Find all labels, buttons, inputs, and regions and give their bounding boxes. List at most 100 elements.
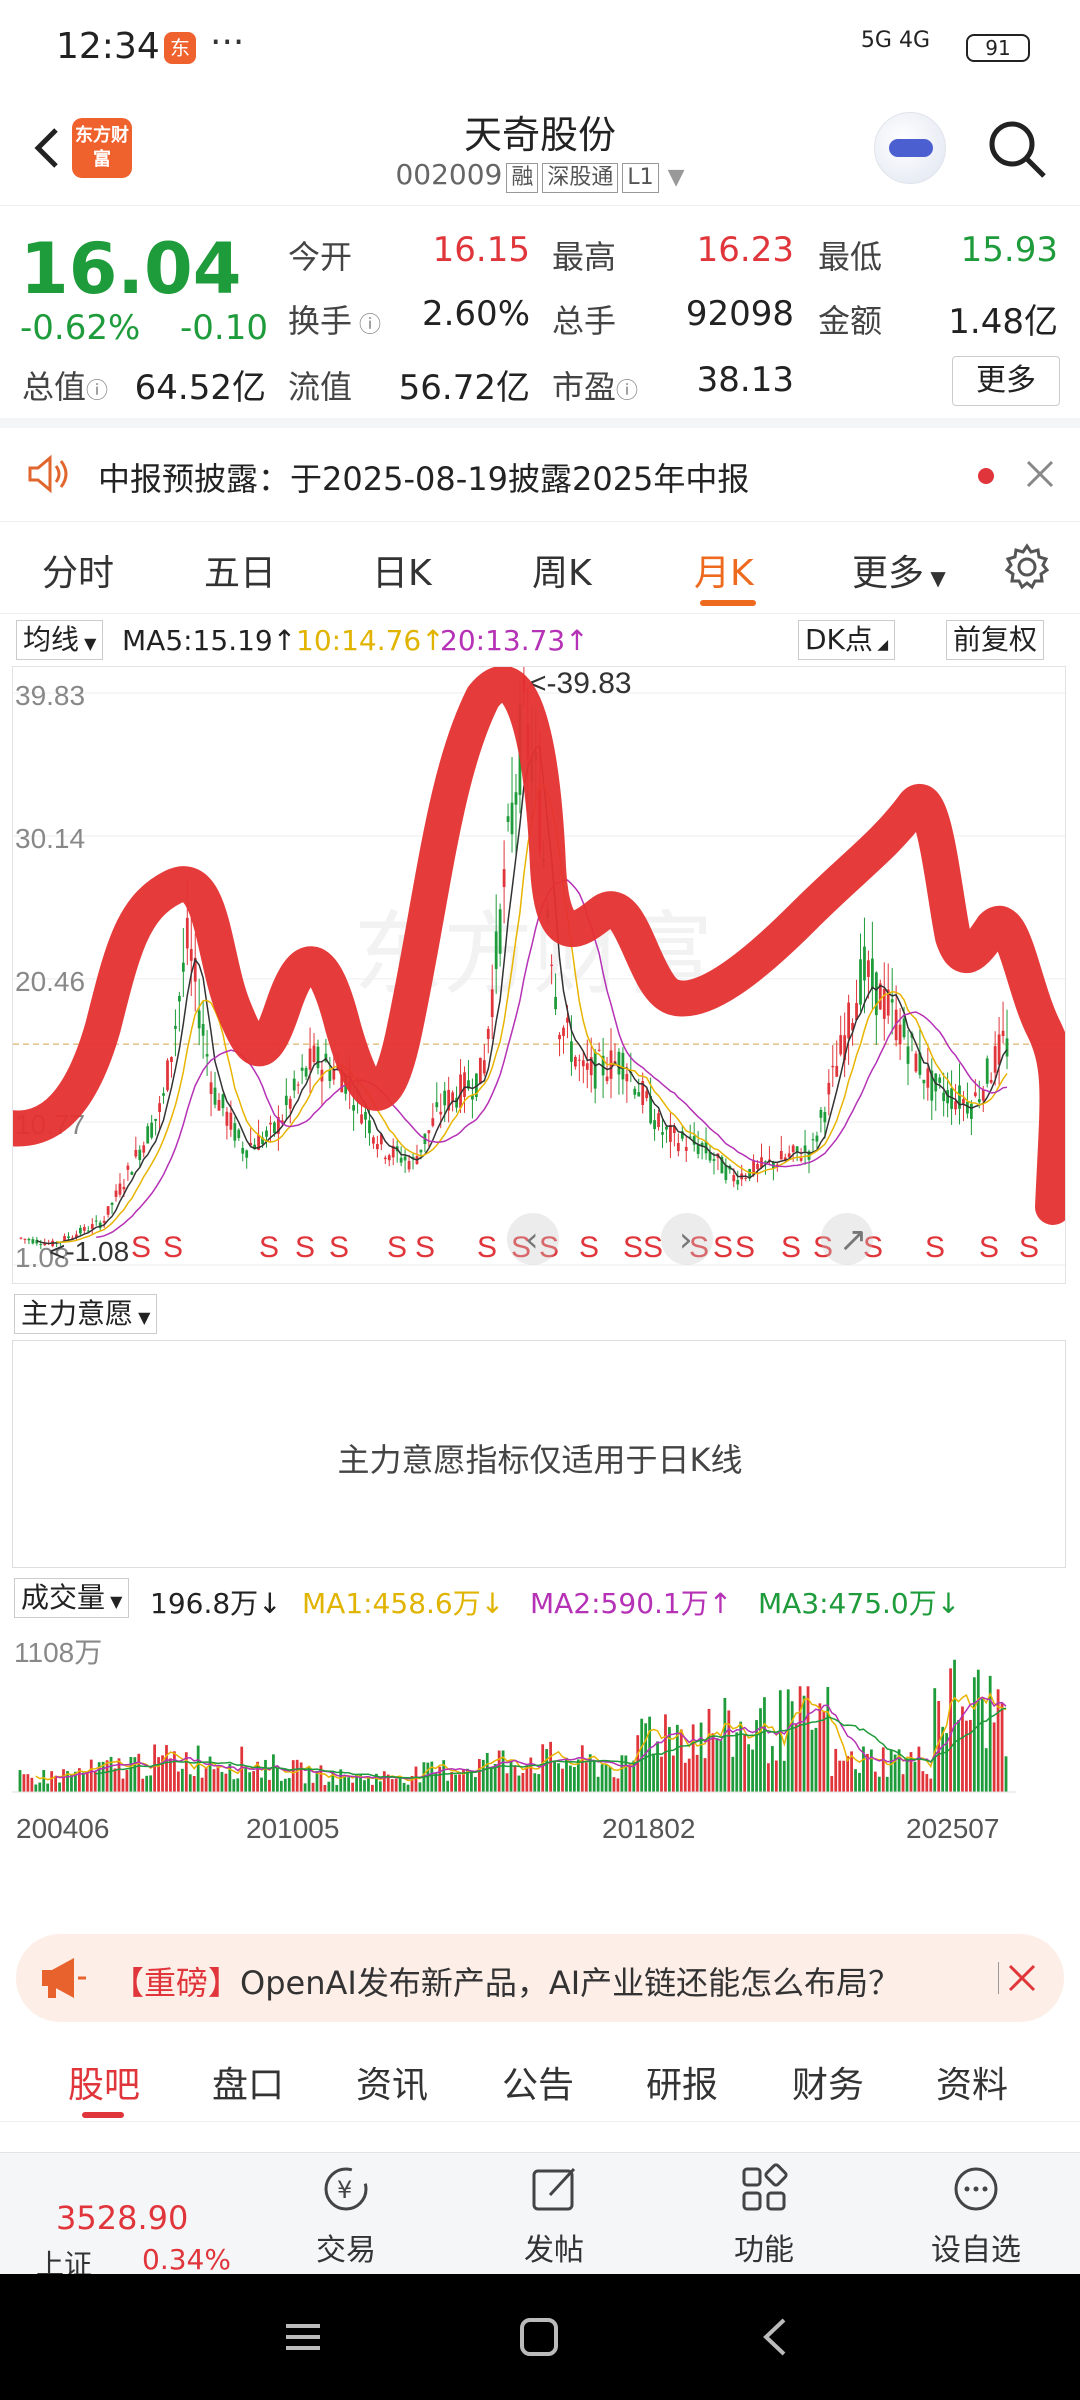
candle-body [902, 1018, 906, 1038]
amount-value: 1.48亿 [948, 302, 1058, 342]
volume-bar [394, 1778, 398, 1792]
search-icon[interactable] [984, 116, 1050, 182]
notice-bar[interactable]: 中报预披露：于2025-08-19披露2025年中报 [0, 428, 1080, 522]
volume-bar [877, 1776, 881, 1792]
sell-signal-label: S [925, 1231, 945, 1264]
recent-apps-icon[interactable] [280, 2314, 326, 2360]
volume-bar [592, 1760, 596, 1792]
tab-more[interactable]: 更多 ▼ [852, 544, 946, 596]
volume-bar [822, 1710, 826, 1792]
tag-level: L1 [622, 163, 659, 193]
nav-post[interactable]: 发帖 [474, 2161, 634, 2269]
volume-bar [648, 1716, 652, 1792]
volume-bar [327, 1781, 331, 1792]
volume-bar [731, 1756, 735, 1792]
volume-bar [406, 1784, 410, 1792]
tab-intraday[interactable]: 分时 [42, 544, 114, 596]
volume-bar [802, 1695, 806, 1792]
indicator-select[interactable]: 主力意愿 ▼ [14, 1294, 158, 1334]
volume-bar [180, 1768, 184, 1792]
ai-assistant-avatar[interactable] [874, 112, 946, 184]
volume-bar [89, 1759, 93, 1792]
candle-body [669, 1124, 672, 1142]
volume-bar [470, 1770, 473, 1792]
tab-five-day[interactable]: 五日 [204, 544, 276, 596]
volume-svg: 1108万 200406 201005 201802 202507 [12, 1637, 1016, 1844]
candle-body [229, 1112, 233, 1130]
volume-bar [608, 1766, 612, 1792]
candle-body [308, 1048, 312, 1070]
volume-bar [30, 1777, 34, 1792]
candle-body [118, 1183, 122, 1195]
volume-bar [668, 1727, 671, 1792]
volume-bar [537, 1774, 541, 1792]
candle-body [296, 1084, 300, 1086]
volume-bar [972, 1677, 976, 1792]
candle-body [621, 1052, 625, 1080]
volume-bar [786, 1689, 790, 1792]
volume-bar [770, 1746, 774, 1792]
volume-bar [454, 1774, 457, 1792]
candle-body [870, 958, 874, 989]
volume-bar [311, 1782, 315, 1792]
volume-bar [252, 1771, 256, 1792]
close-icon[interactable] [998, 1958, 1038, 1998]
svg-text:¥: ¥ [337, 2176, 352, 2204]
tab-research[interactable]: 研报 [646, 2056, 718, 2108]
volume-bar [842, 1760, 846, 1792]
sell-signal-label: S [623, 1231, 643, 1264]
tab-profile[interactable]: 资料 [936, 2056, 1008, 2108]
candle-body [130, 1172, 134, 1175]
candle-body [225, 1111, 229, 1126]
volume-bar [402, 1782, 406, 1792]
tab-finance[interactable]: 财务 [792, 2056, 864, 2108]
chart-toolbar: 均线 ▼ MA5:15.19↑ 10:14.76↑ 20:13.73↑ DK点 … [0, 614, 1080, 666]
tab-monthly-k[interactable]: 月K [694, 544, 754, 596]
nav-functions[interactable]: 功能 [684, 2161, 844, 2269]
dk-point-select[interactable]: DK点 ◢ [798, 620, 896, 660]
home-icon[interactable] [516, 2314, 562, 2360]
close-icon[interactable] [1022, 456, 1058, 492]
candle-body [439, 1111, 443, 1115]
volume-bar [473, 1777, 477, 1792]
candle-body [221, 1094, 225, 1109]
volume-bar [695, 1754, 699, 1792]
sell-signal-label: S [643, 1231, 663, 1264]
volume-bar [620, 1755, 624, 1792]
volume-bar [268, 1779, 271, 1792]
volume-bar [885, 1776, 889, 1792]
tab-announcements[interactable]: 公告 [502, 2056, 574, 2108]
volume-bar [129, 1756, 133, 1792]
volume-bar [834, 1748, 838, 1792]
active-subtab-indicator [82, 2112, 124, 2118]
volume-bar [901, 1774, 905, 1792]
volume-bar [782, 1760, 786, 1792]
tab-daily-k[interactable]: 日K [372, 544, 432, 596]
back-icon[interactable] [752, 2314, 798, 2360]
volume-current: 196.8万↓ [150, 1587, 282, 1620]
tab-news[interactable]: 资讯 [356, 2056, 428, 2108]
kline-chart[interactable]: 东方财富 SSSSSSSSSSSSSSSSSSSSSS 39.8330.1420… [12, 666, 1066, 1284]
tab-weekly-k[interactable]: 周K [532, 544, 592, 596]
adjust-select[interactable]: 前复权 [946, 620, 1045, 660]
volume-toolbar: 成交量 ▼ 196.8万↓ MA1:458.6万↓ MA2:590.1万↑ MA… [0, 1572, 1080, 1622]
volume-bar [279, 1780, 283, 1792]
volume-bar [176, 1771, 180, 1792]
volume-chart[interactable]: 1108万 200406 201005 201802 202507 [12, 1622, 1066, 1852]
volume-bar [774, 1760, 778, 1792]
volume-bar [121, 1778, 125, 1792]
candle-body [712, 1159, 716, 1161]
volume-bar [790, 1701, 794, 1792]
tab-pankou[interactable]: 盘口 [212, 2056, 284, 2108]
tab-guba[interactable]: 股吧 [68, 2056, 140, 2108]
volume-select[interactable]: 成交量 ▼ [14, 1578, 130, 1618]
nav-watchlist[interactable]: 设自选 [896, 2161, 1056, 2269]
ma-select[interactable]: 均线 ▼ [16, 620, 104, 660]
news-banner[interactable]: 【重磅】OpenAI发布新产品，AI产业链还能怎么布局？ [16, 1934, 1064, 2022]
candle-body [942, 1092, 946, 1102]
more-quote-button[interactable]: 更多 [952, 356, 1060, 406]
volume-bar [727, 1710, 731, 1792]
system-nav-bar [0, 2274, 1080, 2400]
nav-trade[interactable]: ¥ 交易 [266, 2161, 426, 2269]
gear-icon[interactable] [1002, 542, 1052, 592]
